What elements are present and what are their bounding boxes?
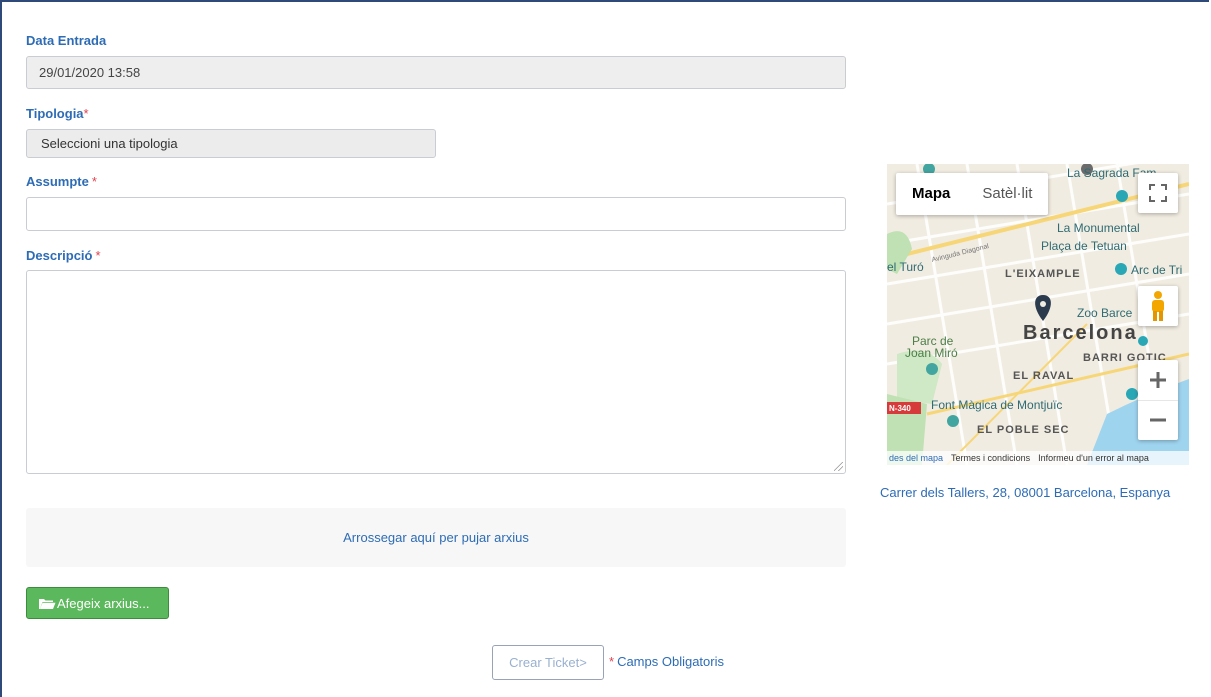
typology-select-value: Seleccioni una tipologia	[41, 136, 178, 151]
description-textarea[interactable]	[26, 270, 846, 474]
pegman-icon	[1152, 291, 1164, 321]
entry-date-label: Data Entrada	[26, 33, 107, 48]
map-label-monumental: La Monumental	[1057, 221, 1140, 235]
zoom-in-button[interactable]	[1138, 360, 1178, 401]
required-star: *	[95, 248, 101, 263]
dropzone-text: Arrossegar aquí per pujar arxius	[343, 530, 529, 545]
mandatory-note: * Camps Obligatoris	[609, 654, 724, 669]
description-label: Descripció *	[26, 248, 101, 263]
map-footer: des del mapa Termes i condicions Informe…	[887, 451, 1189, 465]
file-dropzone[interactable]: Arrossegar aquí per pujar arxius	[26, 508, 846, 567]
map-type-satellite-button[interactable]: Satèl·lit	[966, 173, 1048, 215]
required-star: *	[609, 654, 615, 669]
zoom-control	[1138, 360, 1178, 440]
folder-open-icon	[39, 598, 56, 609]
required-star: *	[91, 174, 97, 189]
fullscreen-button[interactable]	[1138, 173, 1178, 213]
minus-icon	[1150, 418, 1166, 422]
map-terms-link[interactable]: Termes i condicions	[951, 453, 1030, 463]
resize-handle-icon[interactable]	[834, 462, 843, 471]
street-view-button[interactable]	[1138, 286, 1178, 326]
entry-date-field	[26, 56, 846, 89]
map-label-n340: N-340	[889, 404, 911, 413]
typology-select[interactable]: Seleccioni una tipologia	[26, 129, 436, 158]
add-files-button[interactable]: Afegeix arxius...	[26, 587, 169, 619]
map-report-link[interactable]: Informeu d'un error al mapa	[1038, 453, 1149, 463]
fullscreen-icon	[1149, 184, 1167, 202]
map-label-turo: el Turó	[887, 260, 924, 274]
subject-label: Assumpte *	[26, 174, 97, 189]
map-label-parc2: Joan Miró	[905, 346, 958, 360]
map-label-zoo: Zoo Barce	[1077, 306, 1133, 320]
map-type-control: Mapa Satèl·lit	[896, 173, 1049, 215]
subject-input[interactable]	[26, 197, 846, 231]
map-label-font: Font Màgica de Montjuïc	[931, 398, 1063, 412]
add-files-label: Afegeix arxius...	[57, 595, 150, 611]
required-star: *	[83, 106, 89, 121]
map-label-city: Barcelona	[1023, 322, 1138, 344]
map-widget[interactable]: La Sagrada Fam La Monumental Plaça de Te…	[887, 164, 1189, 465]
create-ticket-button[interactable]: Crear Ticket>	[492, 645, 604, 680]
map-label-arc: Arc de Tri	[1131, 263, 1183, 277]
map-label-tetuan: Plaça de Tetuan	[1041, 239, 1127, 253]
map-data-link[interactable]: des del mapa	[889, 453, 943, 463]
map-label-raval: EL RAVAL	[1013, 370, 1075, 382]
map-label-eixample: L'EIXAMPLE	[1005, 268, 1081, 280]
create-ticket-label: Crear Ticket>	[509, 655, 587, 670]
zoom-out-button[interactable]	[1138, 401, 1178, 441]
map-type-map-button[interactable]: Mapa	[896, 173, 966, 215]
map-label-poble-sec: EL POBLE SEC	[977, 424, 1070, 436]
plus-icon	[1150, 371, 1166, 388]
map-address: Carrer dels Tallers, 28, 08001 Barcelona…	[880, 485, 1171, 500]
typology-label: Tipologia*	[26, 106, 89, 121]
